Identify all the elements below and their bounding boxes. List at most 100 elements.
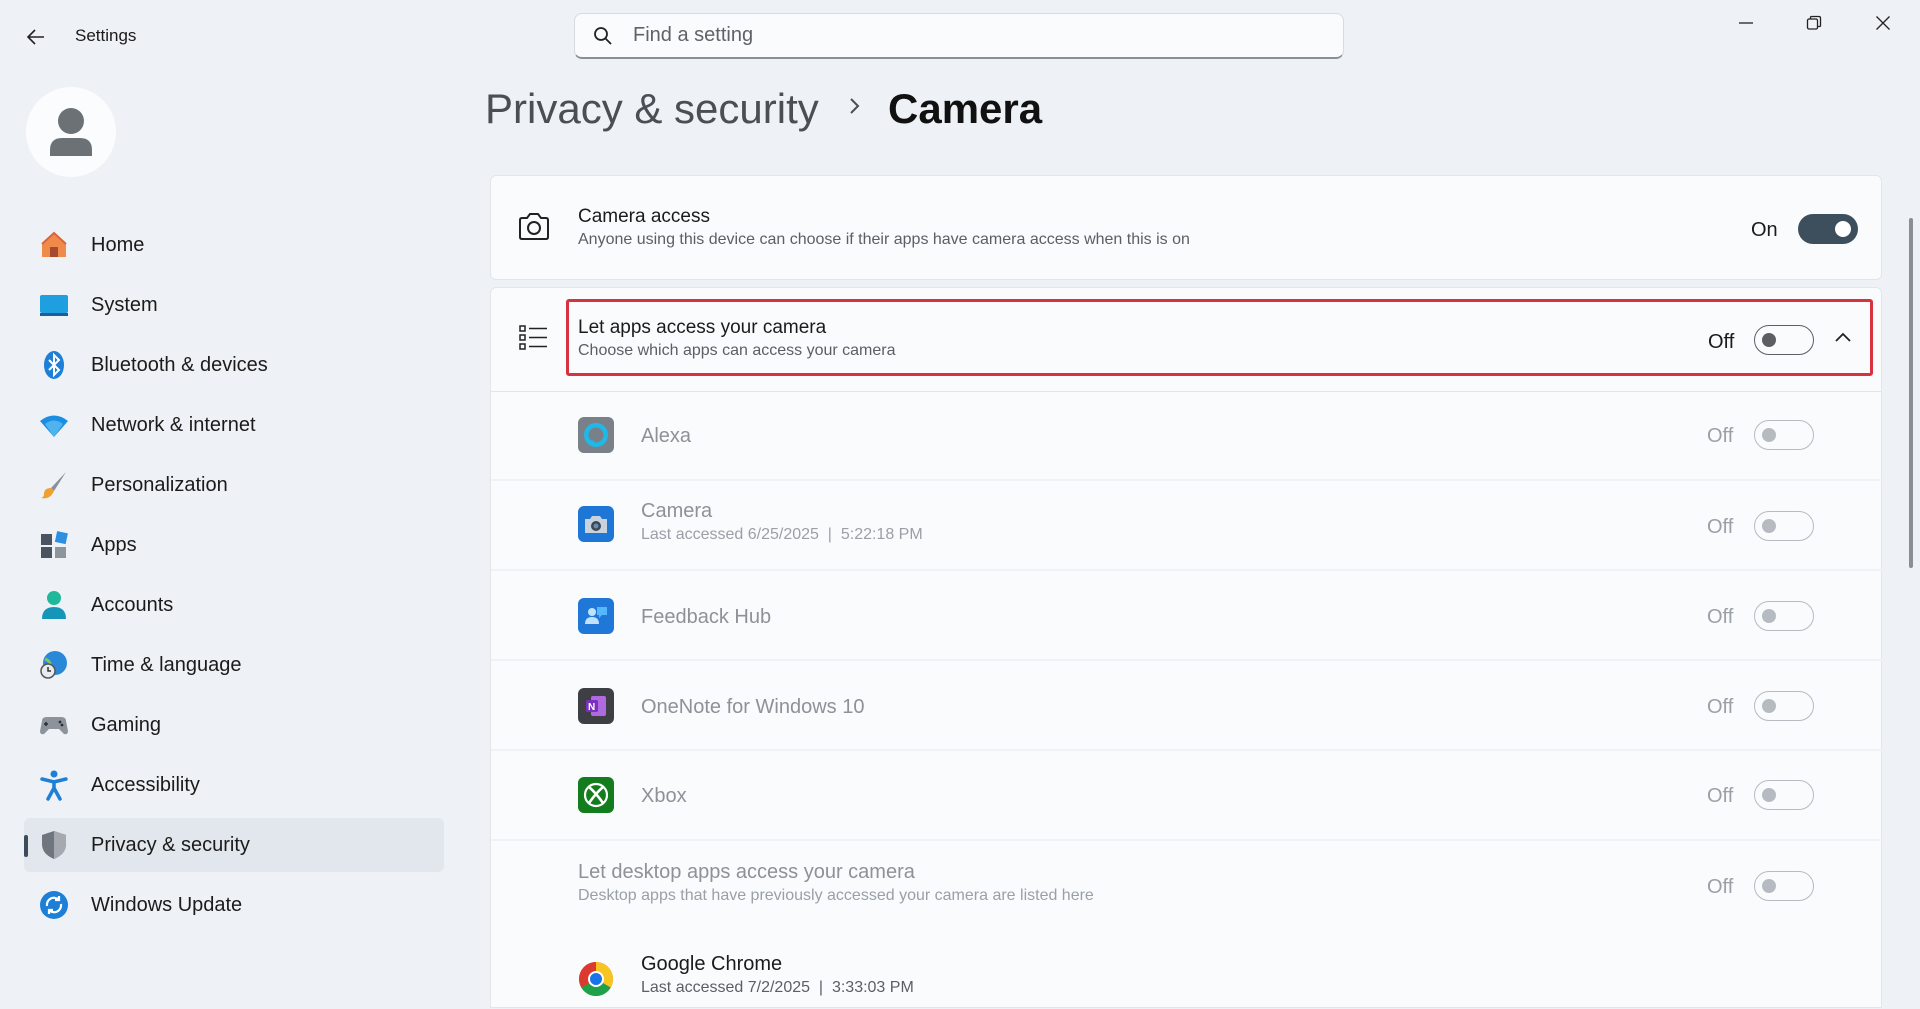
chrome-name: Google Chrome bbox=[641, 953, 783, 975]
list-item: Camera Last accessed 6/25/2025 | 5:22:18… bbox=[491, 481, 1881, 569]
app-name: Alexa bbox=[641, 425, 692, 447]
let-apps-toggle[interactable] bbox=[1754, 325, 1814, 355]
feedback-hub-toggle[interactable] bbox=[1754, 601, 1814, 631]
wifi-icon bbox=[38, 409, 70, 441]
desktop-apps-toggle[interactable] bbox=[1754, 871, 1814, 901]
app-state: Off bbox=[1707, 425, 1734, 447]
sidebar-item-label: Accounts bbox=[91, 593, 174, 616]
search-input[interactable] bbox=[631, 23, 1285, 48]
sidebar-item-personalization[interactable]: Personalization bbox=[24, 458, 444, 512]
sidebar-item-label: Apps bbox=[91, 533, 137, 556]
let-apps-description: Choose which apps can access your camera bbox=[578, 342, 896, 359]
app-state: Off bbox=[1707, 785, 1734, 807]
sidebar-item-accounts[interactable]: Accounts bbox=[24, 578, 444, 632]
desktop-apps-state: Off bbox=[1707, 876, 1734, 898]
alexa-icon bbox=[578, 417, 614, 453]
sidebar-item-bluetooth[interactable]: Bluetooth & devices bbox=[24, 338, 444, 392]
restore-icon bbox=[1806, 15, 1822, 30]
chevron-right-icon bbox=[848, 94, 862, 123]
search-icon bbox=[594, 26, 612, 45]
close-button[interactable] bbox=[1849, 0, 1917, 46]
svg-text:N: N bbox=[588, 702, 595, 713]
update-icon bbox=[38, 889, 70, 921]
sidebar-item-accessibility[interactable]: Accessibility bbox=[24, 758, 444, 812]
camera-icon bbox=[517, 212, 551, 247]
desktop-apps-description: Desktop apps that have previously access… bbox=[578, 887, 1094, 904]
xbox-toggle[interactable] bbox=[1754, 780, 1814, 810]
chevron-up-icon bbox=[1835, 332, 1851, 342]
system-icon bbox=[38, 289, 70, 321]
sidebar-item-label: Bluetooth & devices bbox=[91, 353, 268, 376]
accounts-icon bbox=[38, 589, 70, 621]
back-button[interactable] bbox=[14, 22, 58, 52]
chrome-icon bbox=[578, 961, 614, 1002]
app-title: Settings bbox=[75, 26, 137, 45]
onenote-icon: N bbox=[578, 688, 614, 724]
collapse-button[interactable] bbox=[1834, 330, 1852, 348]
app-name: Camera bbox=[641, 500, 713, 522]
sidebar-item-label: Privacy & security bbox=[91, 833, 250, 856]
app-name: OneNote for Windows 10 bbox=[641, 696, 865, 718]
camera-access-state: On bbox=[1751, 219, 1778, 241]
sidebar-item-network[interactable]: Network & internet bbox=[24, 398, 444, 452]
bluetooth-icon bbox=[38, 349, 70, 381]
breadcrumb-parent[interactable]: Privacy & security bbox=[485, 85, 819, 133]
camera-access-toggle[interactable] bbox=[1798, 214, 1858, 244]
chrome-detail: Last accessed 7/2/2025 | 3:33:03 PM bbox=[641, 979, 914, 996]
gamepad-icon bbox=[38, 709, 70, 741]
brush-icon bbox=[38, 469, 70, 501]
sidebar-item-system[interactable]: System bbox=[24, 278, 444, 332]
camera-access-title: Camera access bbox=[578, 206, 710, 227]
sidebar-item-label: Personalization bbox=[91, 473, 228, 496]
camera-app-icon bbox=[578, 506, 614, 542]
sidebar-item-gaming[interactable]: Gaming bbox=[24, 698, 444, 752]
shield-icon bbox=[38, 829, 70, 861]
user-icon bbox=[50, 108, 92, 156]
accessibility-icon bbox=[38, 769, 70, 801]
restore-button[interactable] bbox=[1780, 0, 1848, 46]
camera-access-card: Camera access Anyone using this device c… bbox=[490, 175, 1882, 280]
app-state: Off bbox=[1707, 606, 1734, 628]
xbox-icon bbox=[578, 777, 614, 813]
list-item: Alexa Off bbox=[491, 392, 1881, 479]
list-item: Xbox Off bbox=[491, 751, 1881, 839]
onenote-toggle[interactable] bbox=[1754, 691, 1814, 721]
sidebar-item-label: Windows Update bbox=[91, 893, 243, 916]
page-title: Camera bbox=[888, 85, 1043, 132]
sidebar-item-label: Home bbox=[91, 233, 145, 256]
scrollbar[interactable] bbox=[1909, 218, 1913, 568]
desktop-apps-title: Let desktop apps access your camera bbox=[578, 861, 915, 883]
minimize-icon bbox=[1739, 22, 1753, 24]
sidebar-item-privacy-security[interactable]: Privacy & security bbox=[24, 818, 444, 872]
list-icon bbox=[519, 324, 549, 357]
sidebar-item-home[interactable]: Home bbox=[24, 218, 444, 272]
let-apps-state: Off bbox=[1708, 331, 1735, 353]
app-detail: Last accessed 6/25/2025 | 5:22:18 PM bbox=[641, 526, 923, 543]
sidebar-item-windows-update[interactable]: Windows Update bbox=[24, 878, 444, 932]
globe-clock-icon bbox=[38, 649, 70, 681]
camera-app-toggle[interactable] bbox=[1754, 511, 1814, 541]
home-icon bbox=[38, 229, 70, 261]
app-name: Xbox bbox=[641, 785, 687, 807]
close-icon bbox=[1876, 16, 1890, 30]
alexa-toggle[interactable] bbox=[1754, 420, 1814, 450]
sidebar-item-label: Time & language bbox=[91, 653, 242, 676]
apps-list: Alexa Off Camera Last accessed 6/25/2025… bbox=[490, 391, 1883, 1009]
list-item: N OneNote for Windows 10 Off bbox=[491, 661, 1881, 749]
sidebar-item-label: Network & internet bbox=[91, 413, 256, 436]
list-item: Google Chrome Last accessed 7/2/2025 | 3… bbox=[491, 941, 1881, 1009]
list-item: Feedback Hub Off bbox=[491, 571, 1881, 659]
sidebar-nav: Home System Bluetooth & devices Network … bbox=[24, 218, 444, 938]
back-arrow-icon bbox=[26, 29, 44, 45]
minimize-button[interactable] bbox=[1712, 0, 1780, 46]
app-name: Feedback Hub bbox=[641, 606, 772, 628]
desktop-apps-row: Let desktop apps access your camera Desk… bbox=[491, 841, 1881, 941]
sidebar-item-apps[interactable]: Apps bbox=[24, 518, 444, 572]
search-box[interactable] bbox=[574, 13, 1344, 59]
avatar[interactable] bbox=[26, 87, 116, 177]
apps-icon bbox=[38, 529, 70, 561]
sidebar-item-time-language[interactable]: Time & language bbox=[24, 638, 444, 692]
feedback-hub-icon bbox=[578, 598, 614, 634]
sidebar-item-label: Accessibility bbox=[91, 773, 200, 796]
app-state: Off bbox=[1707, 696, 1734, 718]
